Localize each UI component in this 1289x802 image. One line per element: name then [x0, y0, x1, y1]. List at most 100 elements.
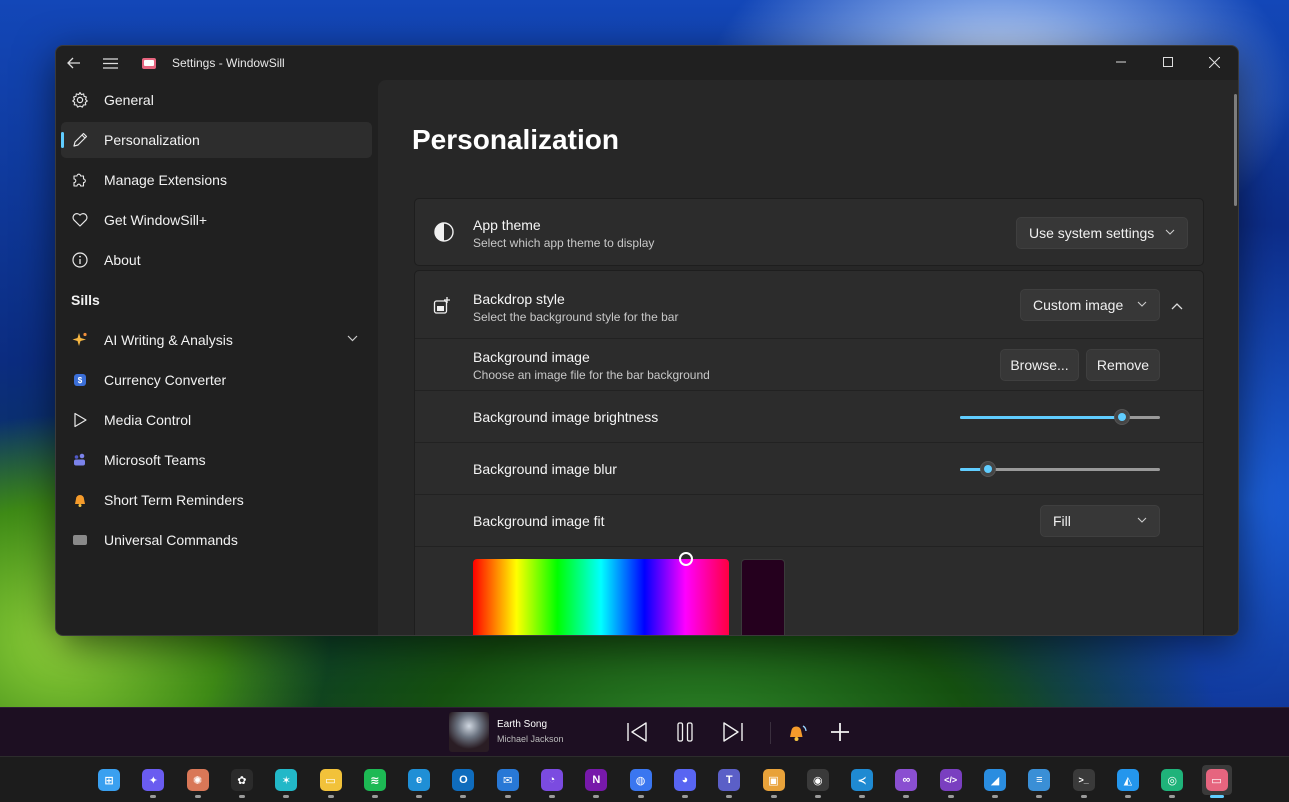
- sidebar-item-currency-converter[interactable]: $ Currency Converter: [61, 362, 372, 398]
- sidebar-item-label: General: [104, 92, 154, 108]
- sidebar-item-manage-extensions[interactable]: Manage Extensions: [61, 162, 372, 198]
- bar-separator: [770, 722, 771, 744]
- taskbar-app-terminal[interactable]: >_: [1069, 765, 1099, 798]
- taskbar-app-remote[interactable]: ▣: [759, 765, 789, 798]
- app-theme-dropdown[interactable]: Use system settings: [1016, 217, 1188, 249]
- hamburger-icon: [102, 57, 118, 69]
- background-image-subtitle: Choose an image file for the bar backgro…: [473, 368, 710, 382]
- chevron-down-icon: [1137, 298, 1147, 310]
- taskbar-app-app-green[interactable]: ◎: [1157, 765, 1187, 798]
- add-sill-button[interactable]: [826, 718, 854, 746]
- taskbar-app-chatgpt[interactable]: ✿: [227, 765, 257, 798]
- sidebar-item-label: Currency Converter: [104, 372, 227, 388]
- sidebar-item-media-control[interactable]: Media Control: [61, 402, 372, 438]
- backdrop-style-row: Backdrop style Select the background sty…: [415, 271, 1203, 339]
- taskbar-app-notepad[interactable]: ≡: [1024, 765, 1054, 798]
- sidebar-item-universal-commands[interactable]: Universal Commands: [61, 522, 372, 558]
- maximize-button[interactable]: [1144, 46, 1191, 78]
- reminders-button[interactable]: [783, 718, 811, 746]
- color-preview: [741, 559, 785, 635]
- running-indicator: [194, 795, 201, 798]
- sidebar-item-label: About: [104, 252, 141, 268]
- close-button[interactable]: [1191, 46, 1238, 78]
- sidebar-item-get-windowsill-plus[interactable]: Get WindowSill+: [61, 202, 372, 238]
- taskbar-app-edge[interactable]: e: [404, 765, 434, 798]
- taskbar-app-mail[interactable]: ✉: [493, 765, 523, 798]
- minimize-button[interactable]: [1097, 46, 1144, 78]
- taskbar-app-outlook[interactable]: O: [448, 765, 478, 798]
- onenote-icon: N: [585, 769, 608, 791]
- windowsill-icon: ▭: [1205, 769, 1228, 791]
- start-icon: ⊞: [98, 769, 120, 791]
- running-indicator: [859, 795, 866, 798]
- brightness-slider[interactable]: [960, 407, 1160, 427]
- taskbar-app-vscode[interactable]: ≺: [847, 765, 877, 798]
- running-indicator: [460, 795, 467, 798]
- taskbar-app-windowsill[interactable]: ▭: [1201, 765, 1232, 798]
- back-arrow-icon: [67, 57, 80, 69]
- sills-heading: Sills: [71, 292, 100, 308]
- running-indicator: [1169, 795, 1176, 798]
- sidebar-item-label: Universal Commands: [104, 532, 238, 548]
- backdrop-style-dropdown[interactable]: Custom image: [1020, 289, 1160, 321]
- teams-icon: T: [718, 769, 741, 791]
- sidebar-item-personalization[interactable]: Personalization: [61, 122, 372, 158]
- taskbar-app-file-explorer[interactable]: ▭: [316, 765, 346, 798]
- sidebar-item-ai-writing[interactable]: AI Writing & Analysis: [61, 322, 372, 358]
- color-spectrum[interactable]: [473, 552, 729, 635]
- taskbar-app-onenote[interactable]: N: [581, 765, 611, 798]
- taskbar-app-copilot[interactable]: ✦: [138, 765, 168, 798]
- taskbar-app-docker[interactable]: ◭: [1113, 765, 1143, 798]
- taskbar-app-devtools[interactable]: </>: [936, 765, 966, 798]
- running-indicator: [726, 795, 733, 798]
- back-button[interactable]: [56, 46, 92, 80]
- pause-button[interactable]: [671, 718, 699, 746]
- previous-track-button[interactable]: [623, 718, 651, 746]
- sidebar-item-general[interactable]: General: [61, 82, 372, 118]
- taskbar-app-signal[interactable]: ◍: [626, 765, 656, 798]
- taskbar-app-start[interactable]: ⊞: [94, 765, 124, 795]
- slider-thumb[interactable]: [980, 461, 996, 477]
- info-icon: [70, 250, 90, 270]
- fit-dropdown[interactable]: Fill: [1040, 505, 1160, 537]
- next-icon: [723, 722, 743, 742]
- chevron-down-icon[interactable]: [347, 331, 358, 345]
- taskbar-app-visual-studio[interactable]: ∞: [891, 765, 921, 798]
- sidebar-item-label: Microsoft Teams: [104, 452, 206, 468]
- next-track-button[interactable]: [719, 718, 747, 746]
- minimize-icon: [1115, 61, 1126, 63]
- running-indicator: [549, 795, 555, 798]
- taskbar-app-claude[interactable]: ✺: [183, 765, 213, 798]
- signal-icon: ◍: [629, 769, 652, 791]
- taskbar-app-azure[interactable]: ◢: [980, 765, 1010, 798]
- taskbar-app-github[interactable]: ◉: [803, 765, 833, 798]
- running-indicator: [681, 795, 688, 798]
- sidebar-item-about[interactable]: About: [61, 242, 372, 278]
- gear-icon: [70, 90, 90, 110]
- backdrop-style-title: Backdrop style: [473, 291, 565, 307]
- app-theme-title: App theme: [473, 217, 541, 233]
- taskbar-app-app-purple[interactable]: ◔: [537, 765, 567, 798]
- color-picker-handle[interactable]: [679, 552, 693, 566]
- sidebar-item-microsoft-teams[interactable]: Microsoft Teams: [61, 442, 372, 478]
- scrollbar[interactable]: [1234, 94, 1237, 206]
- fit-row: Background image fit Fill: [415, 495, 1203, 547]
- menu-button[interactable]: [92, 46, 128, 80]
- fit-value: Fill: [1053, 513, 1071, 529]
- currency-icon: $: [70, 370, 90, 390]
- taskbar-app-butterfly[interactable]: ✶: [271, 765, 301, 798]
- remove-button[interactable]: Remove: [1086, 349, 1160, 381]
- taskbar-app-discord[interactable]: ◕: [670, 765, 700, 798]
- bell-icon: [790, 725, 807, 741]
- browse-button[interactable]: Browse...: [1000, 349, 1079, 381]
- running-indicator: [903, 795, 910, 798]
- chatgpt-icon: ✿: [230, 769, 253, 791]
- slider-thumb[interactable]: [1114, 409, 1130, 425]
- app-theme-subtitle: Select which app theme to display: [473, 236, 655, 250]
- blur-slider[interactable]: [960, 459, 1160, 479]
- sidebar-item-short-term-reminders[interactable]: Short Term Reminders: [61, 482, 372, 518]
- taskbar-app-teams[interactable]: T: [714, 765, 744, 798]
- taskbar-app-spotify[interactable]: ≋: [360, 765, 390, 798]
- docker-icon: ◭: [1116, 769, 1139, 791]
- collapse-button[interactable]: [1171, 297, 1183, 315]
